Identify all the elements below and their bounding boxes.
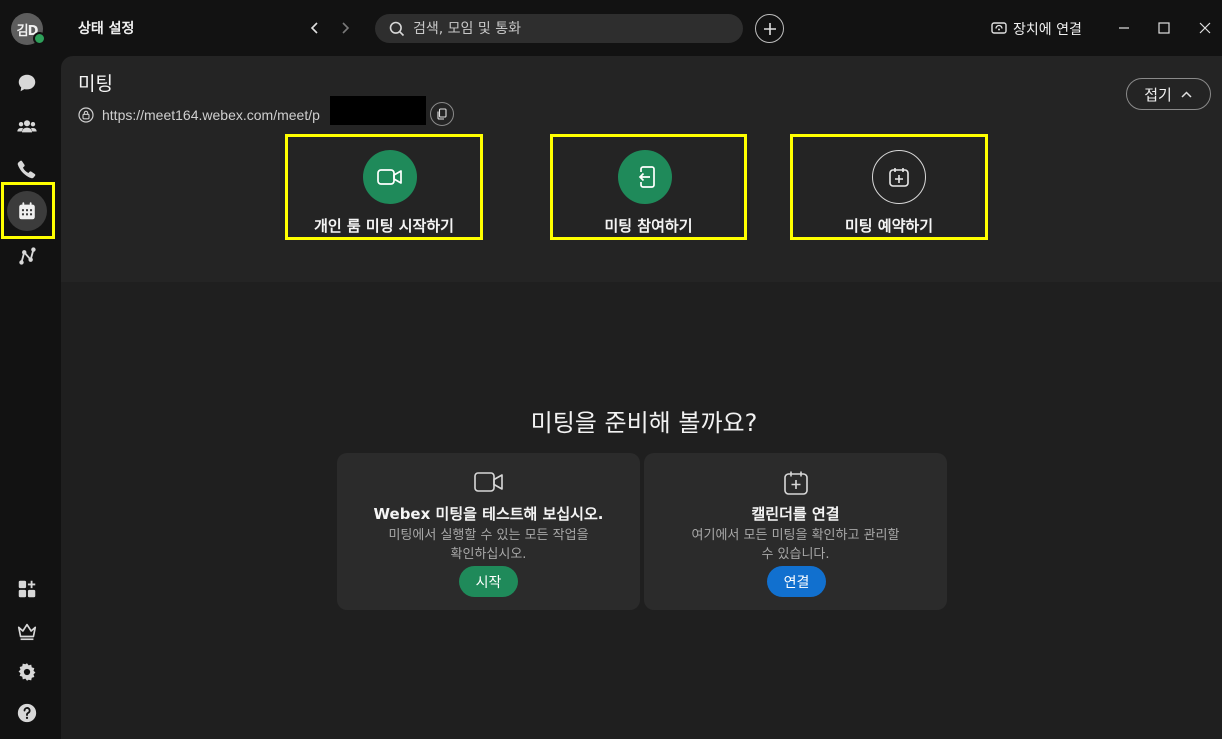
nav-calling[interactable] [7,149,47,189]
join-meeting-label: 미팅 참여하기 [604,217,693,235]
join-circle [618,150,672,204]
video-camera-icon [473,472,503,492]
gear-icon [18,663,36,681]
start-personal-room-label: 개인 룸 미팅 시작하기 [314,217,454,235]
desc-line: 미팅에서 실행할 수 있는 모든 작업을 [388,528,589,543]
help-circle-icon [17,703,37,723]
video-camera-icon [377,169,402,185]
nav-apps[interactable] [7,569,47,609]
nav-upgrade[interactable] [7,611,47,651]
lock-icon [78,107,94,123]
nav-messaging[interactable] [7,63,47,103]
nav-settings[interactable] [7,652,47,692]
nav-help[interactable] [7,693,47,733]
copy-link-button[interactable] [430,102,454,126]
connect-calendar-title: 캘린더를 연결 [751,505,840,523]
title-bar: 상태 설정 장치에 연결 [56,0,1222,56]
join-meeting-button[interactable]: 미팅 참여하기 [550,134,747,240]
test-meeting-title-rest: 미팅을 테스트해 보십시오. [430,505,604,523]
collapse-label: 접기 [1144,85,1172,104]
meetings-body-panel [61,282,1222,739]
start-test-button[interactable]: 시작 [459,566,518,597]
apps-add-icon [18,580,36,598]
test-meeting-desc: 미팅에서 실행할 수 있는 모든 작업을 확인하십시오. [357,526,620,564]
desc-line: 수 있습니다. [761,547,830,562]
ready-heading: 미팅을 준비해 볼까요? [530,409,758,437]
plus-icon [763,22,776,35]
device-connect-icon [991,22,1007,34]
share-nodes-icon [19,247,36,265]
search-icon [389,21,405,36]
calendar-icon [19,202,35,220]
card-icon-wrap [644,470,947,496]
webex-brand: Webex [373,505,431,523]
redacted-region [330,96,426,125]
connect-device-label: 장치에 연결 [1013,22,1082,38]
search-bar[interactable] [375,14,743,43]
maximize-icon [1158,22,1170,34]
test-meeting-title: Webex 미팅을 테스트해 보십시오. [337,503,640,524]
page-title: 미팅 [78,73,113,95]
desc-line: 확인하십시오. [450,547,527,562]
copy-icon [437,108,447,120]
search-input[interactable] [413,20,713,37]
schedule-circle [872,150,926,204]
phone-icon [17,160,36,179]
close-button[interactable] [1193,16,1217,40]
people-icon [17,120,37,133]
card-icon-wrap [337,470,640,494]
connect-calendar-card: 캘린더를 연결 여기에서 모든 미팅을 확인하고 관리할 수 있습니다. 연결 [644,453,947,610]
schedule-meeting-label: 미팅 예약하기 [844,217,934,235]
back-button[interactable] [304,17,326,39]
chevron-up-icon [1181,90,1192,98]
nav-connections[interactable] [7,236,47,276]
connect-calendar-button[interactable]: 연결 [767,566,826,597]
status-setting[interactable]: 상태 설정 [78,18,134,38]
chevron-right-icon [342,22,350,34]
nav-meetings[interactable] [7,191,47,231]
start-circle [363,150,417,204]
connect-calendar-desc: 여기에서 모든 미팅을 확인하고 관리할 수 있습니다. [664,526,927,564]
webex-app: 김D 상태 설정 검색, 모임 및 통화 장치에 연결 미팅 https://m… [0,0,1222,739]
desc-line: 여기에서 모든 미팅을 확인하고 관리할 [691,528,900,543]
maximize-button[interactable] [1152,16,1176,40]
calendar-plus-icon [783,471,808,495]
url-text[interactable]: https://meet164.webex.com/meet/p [102,107,320,123]
test-meeting-card: Webex 미팅을 테스트해 보십시오. 미팅에서 실행할 수 있는 모든 작업… [337,453,640,610]
add-button[interactable] [755,14,784,43]
crown-icon [17,623,37,641]
nav-teams[interactable] [7,106,47,146]
connect-device-button[interactable]: 장치에 연결 [991,19,1082,39]
start-personal-room-button[interactable]: 개인 룸 미팅 시작하기 [285,134,483,240]
forward-button[interactable] [334,17,356,39]
join-door-icon [638,166,655,188]
personal-room-url: https://meet164.webex.com/meet/p [78,96,454,126]
presence-indicator [33,32,46,45]
collapse-button[interactable]: 접기 [1126,78,1211,110]
nav-rail: 김D [0,0,56,739]
chat-bubble-icon [18,74,36,92]
chevron-left-icon [310,22,318,34]
schedule-meeting-button[interactable]: 미팅 예약하기 [790,134,988,240]
calendar-plus-icon [889,168,909,187]
minimize-icon [1119,27,1129,29]
minimize-button[interactable] [1112,16,1136,40]
close-icon [1199,22,1211,34]
